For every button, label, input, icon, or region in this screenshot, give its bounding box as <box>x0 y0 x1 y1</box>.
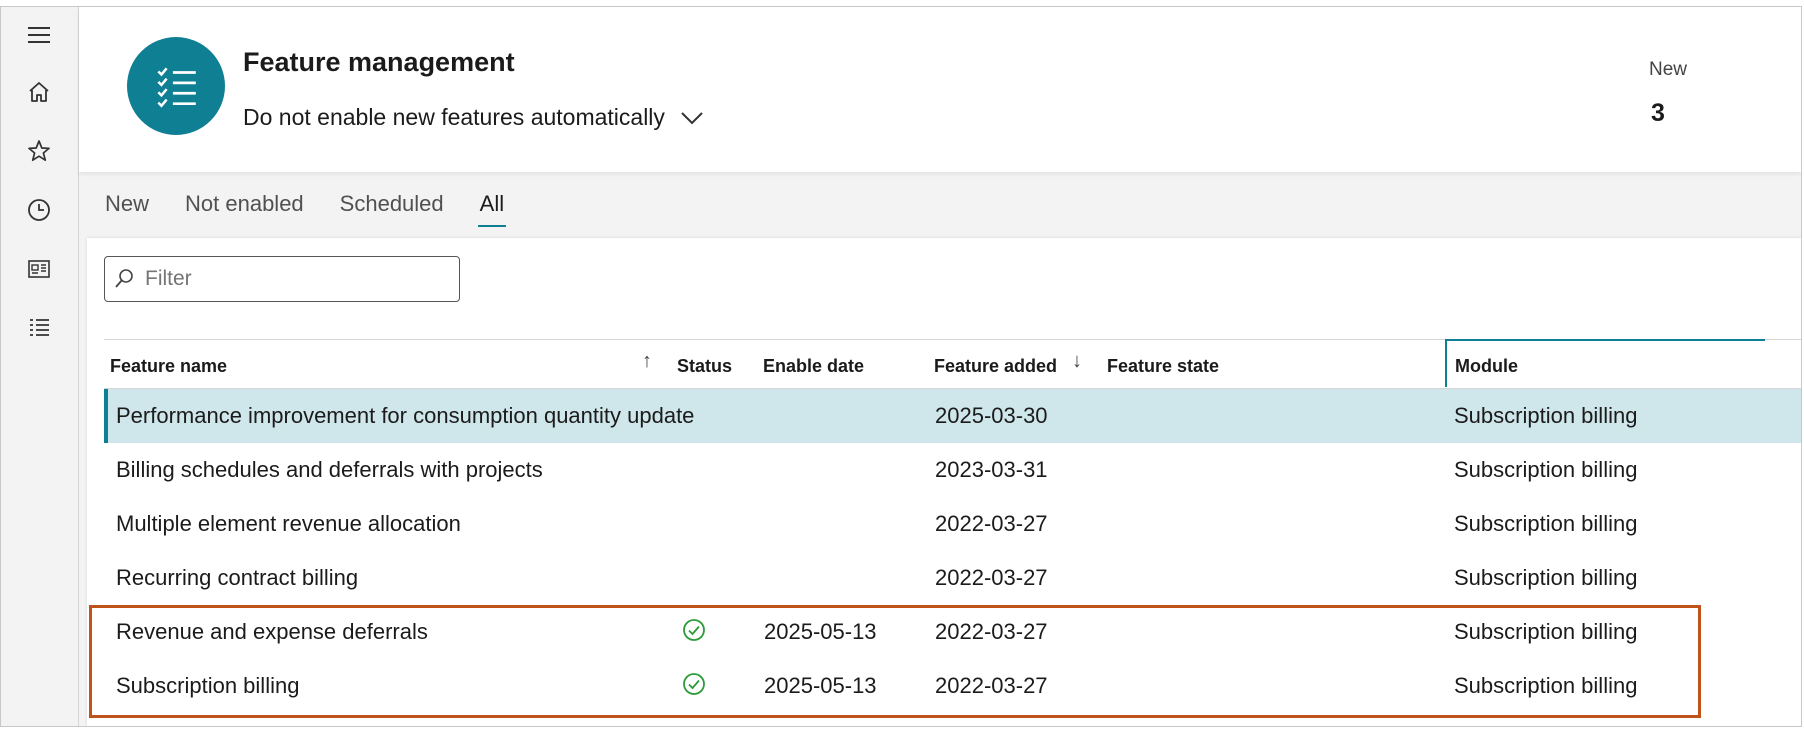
cell-module: Subscription billing <box>1454 511 1638 536</box>
cell-module: Subscription billing <box>1454 673 1638 698</box>
new-features-summary[interactable]: New 3 <box>1649 59 1729 128</box>
cell-feature-added: 2025-03-30 <box>935 403 1048 428</box>
cell-feature-name: Billing schedules and deferrals with pro… <box>116 457 543 482</box>
workspace-icon[interactable] <box>19 249 59 289</box>
check-circle-icon <box>683 673 705 695</box>
nav-rail <box>1 7 79 726</box>
home-icon[interactable] <box>19 72 59 112</box>
grid-header: Feature name ↑ Status Enable date Featur… <box>104 339 1801 389</box>
hamburger-icon[interactable] <box>19 15 59 55</box>
new-count-label: New <box>1649 59 1688 80</box>
cell-feature-name: Subscription billing <box>116 673 300 698</box>
tab-not-enabled[interactable]: Not enabled <box>185 187 304 227</box>
table-row[interactable]: Recurring contract billing 2022-03-27 Su… <box>104 551 1801 605</box>
col-module[interactable]: Module <box>1455 356 1518 377</box>
cell-feature-added: 2022-03-27 <box>935 511 1048 536</box>
sort-ascending-icon: ↑ <box>642 350 652 372</box>
cell-feature-name: Recurring contract billing <box>116 565 359 590</box>
cell-module: Subscription billing <box>1454 565 1638 590</box>
table-row[interactable]: Performance improvement for consumption … <box>104 389 1801 443</box>
col-feature-added[interactable]: Feature added <box>934 356 1057 377</box>
star-icon[interactable] <box>19 131 59 171</box>
tab-all[interactable]: All <box>477 187 507 227</box>
cell-module: Subscription billing <box>1454 457 1638 482</box>
cell-feature-name: Multiple element revenue allocation <box>116 511 461 536</box>
page-header: Feature management Do not enable new fea… <box>79 7 1801 172</box>
tab-scheduled[interactable]: Scheduled <box>340 187 444 227</box>
cell-module: Subscription billing <box>1454 403 1638 428</box>
table-row[interactable]: Billing schedules and deferrals with pro… <box>104 443 1801 497</box>
chevron-down-icon <box>681 111 703 124</box>
features-grid: Feature name ↑ Status Enable date Featur… <box>104 339 1801 713</box>
list-icon[interactable] <box>19 308 59 348</box>
col-status[interactable]: Status <box>677 356 732 377</box>
sort-descending-icon: ↓ <box>1072 350 1082 372</box>
cell-feature-name: Performance improvement for consumption … <box>116 403 695 428</box>
app-window: Feature management Do not enable new fea… <box>0 6 1802 727</box>
cell-enable-date: 2025-05-13 <box>764 673 877 698</box>
cell-feature-added: 2022-03-27 <box>935 673 1048 698</box>
auto-enable-dropdown[interactable]: Do not enable new features automatically <box>243 104 705 131</box>
checklist-icon <box>127 37 225 135</box>
auto-enable-value: Do not enable new features automatically <box>243 104 665 130</box>
clock-icon[interactable] <box>19 190 59 230</box>
search-icon <box>115 269 133 288</box>
cell-module: Subscription billing <box>1454 619 1638 644</box>
cell-feature-name: Revenue and expense deferrals <box>116 619 428 644</box>
tab-strip: New Not enabled Scheduled All <box>105 187 540 227</box>
col-feature-state[interactable]: Feature state <box>1107 356 1219 377</box>
col-feature-name[interactable]: Feature name <box>110 356 227 377</box>
grid-body: Performance improvement for consumption … <box>104 389 1801 713</box>
cell-feature-added: 2022-03-27 <box>935 619 1048 644</box>
filter-box[interactable] <box>104 256 460 302</box>
cell-feature-added: 2022-03-27 <box>935 565 1048 590</box>
page-title: Feature management <box>243 47 515 77</box>
check-circle-icon <box>683 619 705 641</box>
cell-enable-date: 2025-05-13 <box>764 619 877 644</box>
table-row[interactable]: Subscription billing 2025-05-13 2022-03-… <box>104 659 1801 713</box>
cell-feature-added: 2023-03-31 <box>935 457 1048 482</box>
content-panel: Feature name ↑ Status Enable date Featur… <box>87 238 1801 726</box>
new-count-value: 3 <box>1651 99 1665 127</box>
col-enable-date[interactable]: Enable date <box>763 356 864 377</box>
table-row[interactable]: Revenue and expense deferrals 2025-05-13… <box>104 605 1801 659</box>
table-row[interactable]: Multiple element revenue allocation 2022… <box>104 497 1801 551</box>
tab-new[interactable]: New <box>105 187 149 227</box>
filter-input[interactable] <box>143 266 447 292</box>
